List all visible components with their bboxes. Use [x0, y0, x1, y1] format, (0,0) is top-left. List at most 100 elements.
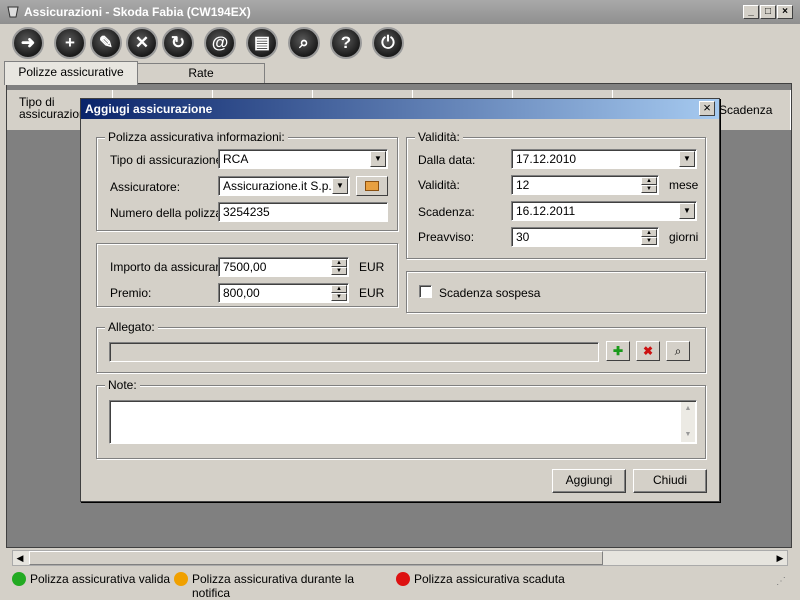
chevron-down-icon[interactable]: ▼ — [332, 178, 348, 194]
from-date-picker[interactable]: 17.12.2010 ▼ — [511, 149, 697, 169]
delete-file-icon: ✖ — [642, 344, 654, 358]
power-icon: ⏻ — [381, 33, 395, 52]
validity-label: Validità: — [418, 178, 460, 192]
type-select[interactable]: RCA ▼ — [218, 149, 388, 169]
refresh-button[interactable]: ↻ — [162, 27, 194, 59]
edit-button[interactable]: ✎ — [90, 27, 122, 59]
premium-label: Premio: — [110, 286, 152, 300]
insurer-lookup-button[interactable] — [356, 176, 388, 196]
amount-input[interactable]: 7500,00 ▲ ▼ — [218, 257, 349, 277]
view-attachment-button[interactable]: ⌕ — [666, 341, 690, 361]
tab-rate[interactable]: Rate — [137, 63, 265, 83]
scroll-down-icon[interactable]: ▼ — [681, 428, 695, 442]
policy-number-input[interactable]: 3254235 — [218, 202, 388, 222]
window-title: Assicurazioni - Skoda Fabia (CW194EX) — [24, 5, 251, 19]
validity-group: Validità: Dalla data: 17.12.2010 ▼ Valid… — [406, 130, 706, 259]
exit-icon: ➜ — [20, 33, 36, 52]
amount-spinner[interactable]: ▲ ▼ — [331, 259, 347, 275]
amount-unit: EUR — [359, 260, 385, 274]
chevron-down-icon[interactable]: ▼ — [370, 151, 386, 167]
policy-info-legend: Polizza assicurativa informazioni: — [105, 130, 288, 144]
scroll-left-icon[interactable]: ◀ — [13, 551, 27, 565]
notes-group: Note: ▲ ▼ — [96, 378, 706, 459]
notes-scrollbar[interactable]: ▲ ▼ — [681, 402, 695, 442]
validity-unit: mese — [669, 178, 699, 192]
edit-icon: ✎ — [98, 33, 114, 52]
premium-spinner[interactable]: ▲ ▼ — [331, 285, 347, 301]
notice-label: Preavviso: — [418, 230, 475, 244]
scroll-thumb[interactable] — [29, 551, 603, 565]
print-button[interactable]: ▤ — [246, 27, 278, 59]
help-button[interactable]: ? — [330, 27, 362, 59]
magnifier-icon: ⌕ — [674, 344, 682, 358]
from-date-label: Dalla data: — [418, 153, 476, 167]
add-button[interactable]: + — [54, 27, 86, 59]
validity-spinner[interactable]: ▲ ▼ — [641, 177, 657, 193]
green-dot-icon — [12, 572, 26, 586]
scroll-up-icon[interactable]: ▲ — [681, 402, 695, 416]
print-icon: ▤ — [253, 33, 271, 52]
delete-icon: ✕ — [134, 33, 150, 52]
amount-group: Importo da assicurare: 7500,00 ▲ ▼ EUR Pr… — [96, 243, 398, 307]
toolbar: ➜ + ✎ ✕ ↻ @ ▤ ⌕ ? ⏻ — [0, 24, 800, 62]
dialog-title[interactable]: Aggiugi assicurazione — [81, 99, 719, 119]
close-button[interactable]: Chiudi — [633, 469, 707, 493]
power-button[interactable]: ⏻ — [372, 27, 404, 59]
horizontal-scrollbar[interactable]: ◀ ▶ — [12, 550, 788, 566]
validity-input[interactable]: 12 ▲ ▼ — [511, 175, 659, 195]
notes-legend: Note: — [105, 378, 140, 392]
notice-input[interactable]: 30 ▲ ▼ — [511, 227, 659, 247]
amount-label: Importo da assicurare: — [110, 260, 230, 274]
resize-grip-icon[interactable]: ⋰ — [776, 576, 786, 587]
attachment-legend: Allegato: — [105, 320, 158, 334]
notes-textarea[interactable] — [109, 400, 697, 444]
refresh-icon: ↻ — [170, 33, 186, 52]
premium-unit: EUR — [359, 286, 385, 300]
red-dot-icon — [396, 572, 410, 586]
address-book-icon — [365, 181, 379, 191]
orange-dot-icon — [174, 572, 188, 586]
add-insurance-dialog: Aggiugi assicurazione × Polizza assicura… — [80, 98, 720, 502]
attachment-path — [109, 342, 599, 362]
expiry-label: Scadenza: — [418, 205, 475, 219]
search-button[interactable]: ⌕ — [288, 27, 320, 59]
policy-number-label: Numero della polizza: — [110, 206, 226, 220]
window-title-bar[interactable]: Assicurazioni - Skoda Fabia (CW194EX) _ … — [0, 0, 800, 24]
delete-button[interactable]: ✕ — [126, 27, 158, 59]
add-file-icon: ✚ — [612, 344, 624, 358]
legend-valid: Polizza assicurativa valida — [12, 572, 172, 588]
email-button[interactable]: @ — [204, 27, 236, 59]
expiry-date-picker[interactable]: 16.12.2011 ▼ — [511, 201, 697, 221]
attachment-group: Allegato: ✚ ✖ ⌕ — [96, 320, 706, 373]
dialog-close-button[interactable]: × — [699, 101, 715, 116]
app-icon — [6, 5, 20, 19]
maximize-button[interactable]: □ — [760, 5, 776, 19]
policy-info-group: Polizza assicurativa informazioni: Tipo … — [96, 130, 398, 231]
help-icon: ? — [340, 33, 352, 52]
add-button[interactable]: Aggiungi — [552, 469, 626, 493]
suspended-checkbox[interactable] — [419, 285, 432, 298]
search-icon: ⌕ — [299, 33, 309, 52]
premium-input[interactable]: 800,00 ▲ ▼ — [218, 283, 349, 303]
type-label: Tipo di assicurazione: — [110, 153, 226, 167]
close-window-button[interactable]: × — [777, 5, 793, 19]
insurer-label: Assicuratore: — [110, 180, 181, 194]
validity-legend: Validità: — [415, 130, 463, 144]
notice-unit: giorni — [669, 230, 699, 244]
insurer-select[interactable]: Assicurazione.it S.p.A. ▼ — [218, 176, 350, 196]
suspended-label[interactable]: Scadenza sospesa — [439, 286, 540, 300]
legend-notice: Polizza assicurativa durante la notifica — [174, 572, 394, 600]
scroll-right-icon[interactable]: ▶ — [773, 551, 787, 565]
suspended-group: Scadenza sospesa — [406, 271, 706, 313]
chevron-down-icon[interactable]: ▼ — [679, 203, 695, 219]
email-icon: @ — [211, 33, 229, 52]
chevron-down-icon[interactable]: ▼ — [679, 151, 695, 167]
exit-button[interactable]: ➜ — [12, 27, 44, 59]
minimize-button[interactable]: _ — [743, 5, 759, 19]
tab-polizze[interactable]: Polizze assicurative — [4, 61, 138, 85]
remove-attachment-button[interactable]: ✖ — [636, 341, 660, 361]
legend-expired: Polizza assicurativa scaduta — [396, 572, 596, 588]
add-icon: + — [65, 33, 75, 52]
notice-spinner[interactable]: ▲ ▼ — [641, 229, 657, 245]
add-attachment-button[interactable]: ✚ — [606, 341, 630, 361]
